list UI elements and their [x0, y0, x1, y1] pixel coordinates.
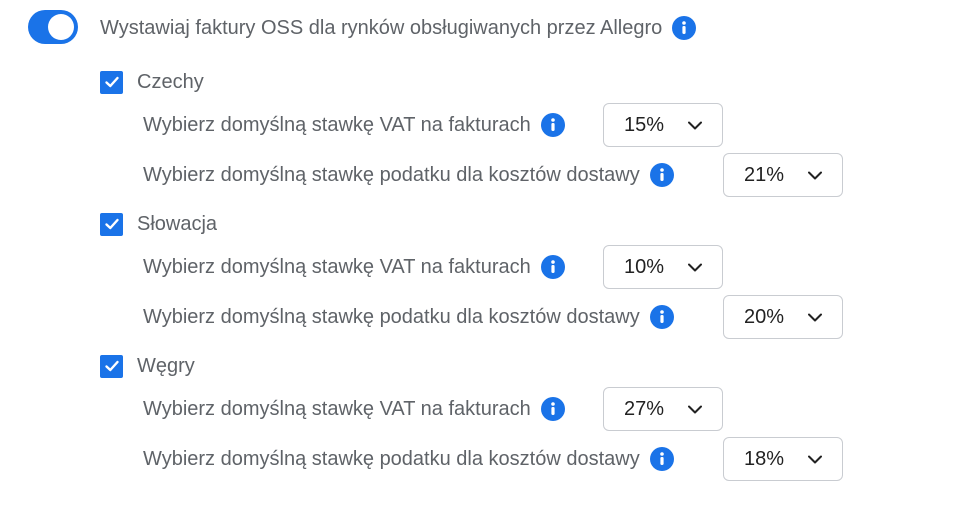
wegry-checkbox[interactable] [100, 354, 123, 378]
shipping-label: Wybierz domyślną stawkę podatku dla kosz… [143, 163, 640, 186]
shipping-label: Wybierz domyślną stawkę podatku dla kosz… [143, 305, 640, 328]
select-value: 10% [624, 255, 665, 278]
czechy-shipping-select[interactable]: 21% [723, 153, 843, 197]
wegry-shipping-select[interactable]: 18% [723, 437, 843, 481]
slowacja-vat-row: Wybierz domyślną stawkę VAT na fakturach [143, 245, 565, 289]
toggle-knob [48, 14, 74, 40]
select-value: 18% [744, 447, 785, 470]
wegry-shipping-row: Wybierz domyślną stawkę podatku dla kosz… [143, 437, 674, 481]
country-slowacja: Słowacja [100, 212, 217, 236]
country-name: Węgry [137, 355, 195, 377]
chevron-down-icon [808, 171, 822, 180]
info-icon[interactable] [540, 113, 565, 137]
info-icon[interactable] [540, 255, 565, 279]
oss-label: Wystawiaj faktury OSS dla rynków obsługi… [100, 17, 663, 39]
country-czechy: Czechy [100, 70, 204, 94]
oss-setting: Wystawiaj faktury OSS dla rynków obsługi… [100, 16, 697, 40]
chevron-down-icon [688, 263, 702, 272]
shipping-label: Wybierz domyślną stawkę podatku dla kosz… [143, 447, 640, 470]
czechy-checkbox[interactable] [100, 70, 123, 94]
select-value: 21% [744, 163, 785, 186]
chevron-down-icon [808, 313, 822, 322]
vat-label: Wybierz domyślną stawkę VAT na fakturach [143, 255, 531, 278]
country-name: Słowacja [137, 213, 218, 235]
vat-label: Wybierz domyślną stawkę VAT na fakturach [143, 113, 531, 136]
vat-label: Wybierz domyślną stawkę VAT na fakturach [143, 397, 531, 420]
country-wegry: Węgry [100, 354, 195, 378]
checkmark-icon [104, 218, 119, 230]
slowacja-vat-select[interactable]: 10% [603, 245, 723, 289]
wegry-vat-select[interactable]: 27% [603, 387, 723, 431]
chevron-down-icon [688, 121, 702, 130]
checkmark-icon [104, 360, 119, 372]
slowacja-shipping-row: Wybierz domyślną stawkę podatku dla kosz… [143, 295, 674, 339]
slowacja-shipping-select[interactable]: 20% [723, 295, 843, 339]
info-icon[interactable] [649, 305, 674, 329]
country-name: Czechy [137, 71, 204, 93]
info-icon[interactable] [672, 16, 697, 40]
slowacja-checkbox[interactable] [100, 212, 123, 236]
czechy-vat-row: Wybierz domyślną stawkę VAT na fakturach [143, 103, 565, 147]
info-icon[interactable] [649, 163, 674, 187]
select-value: 27% [624, 397, 665, 420]
oss-toggle[interactable] [28, 10, 78, 44]
chevron-down-icon [688, 405, 702, 414]
chevron-down-icon [808, 455, 822, 464]
wegry-vat-row: Wybierz domyślną stawkę VAT na fakturach [143, 387, 565, 431]
czechy-shipping-row: Wybierz domyślną stawkę podatku dla kosz… [143, 153, 674, 197]
select-value: 20% [744, 305, 785, 328]
czechy-vat-select[interactable]: 15% [603, 103, 723, 147]
checkmark-icon [104, 76, 119, 88]
info-icon[interactable] [649, 447, 674, 471]
info-icon[interactable] [540, 397, 565, 421]
select-value: 15% [624, 113, 665, 136]
